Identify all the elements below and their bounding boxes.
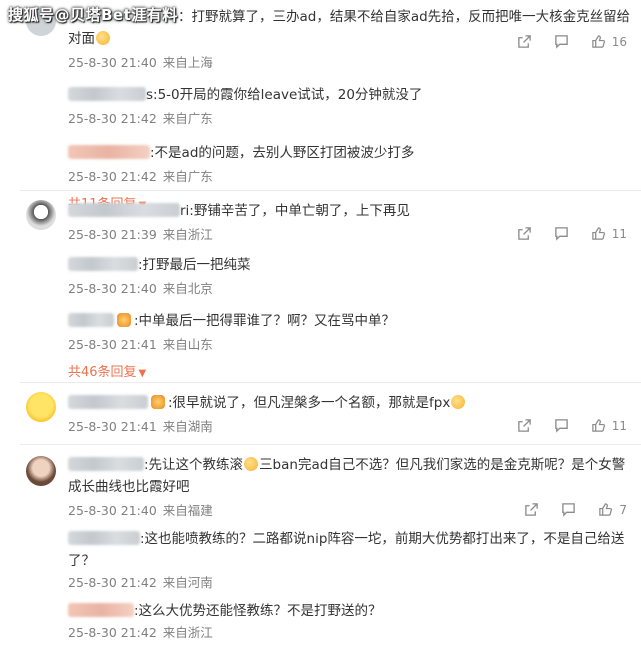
comment-text: :很早就说了，但凡涅槃多一个名额，那就是fpx: [68, 392, 631, 414]
blurred-username: [68, 203, 180, 217]
like-icon: [591, 35, 605, 48]
like-button[interactable]: 11: [591, 418, 627, 433]
watermark: 搜狐号@贝塔Bet涯有料: [8, 6, 178, 24]
share-icon: [517, 419, 531, 432]
comment-location: 来自上海: [162, 55, 213, 70]
like-icon: [591, 419, 605, 432]
comment-meta: 25-8-30 21:40 来自上海: [68, 54, 631, 72]
comment-button[interactable]: [561, 502, 576, 517]
share-button[interactable]: [524, 502, 539, 517]
reply-2: :这么大优势还能怪教练？不是打野送的？ 25-8-30 21:42 来自浙江: [68, 600, 631, 642]
reply-location: 来自广东: [162, 169, 213, 184]
comment-button[interactable]: [554, 34, 569, 49]
comment-actions: 16: [517, 34, 627, 49]
smile-emoji-icon: [96, 31, 110, 45]
like-icon: [599, 503, 613, 516]
comment-button[interactable]: [554, 226, 569, 241]
share-icon: [517, 35, 531, 48]
like-icon: [591, 227, 605, 240]
fan-badge-icon: [151, 395, 165, 409]
reply-text: s:5-0开局的霞你给leave试试，20分钟就没了: [146, 87, 423, 103]
comment-actions: 7: [524, 502, 627, 517]
chevron-down-icon: ▼: [138, 368, 147, 379]
reply-location: 来自广东: [162, 111, 213, 126]
reply-text: :这也能喷教练的？二路都说nip阵容一坨，前期大优势都打出来了，不是自己给送了？: [68, 531, 625, 569]
reply-text: :中单最后一把得罪谁了？啊？又在骂中单？: [134, 313, 396, 329]
comment-text: ri:野铺辛苦了，中单亡朝了，上下再见: [68, 200, 631, 222]
like-count: 16: [611, 34, 627, 49]
avatar[interactable]: [26, 456, 56, 486]
reply-date: 25-8-30 21:41: [68, 337, 157, 352]
share-icon: [525, 503, 539, 516]
smile-emoji-icon: [451, 395, 466, 409]
reply-location: 来自浙江: [162, 625, 213, 640]
like-button[interactable]: 16: [591, 34, 627, 49]
divider: [20, 190, 641, 191]
avatar[interactable]: [26, 392, 56, 422]
share-icon: [517, 227, 531, 240]
comment-actions: 11: [517, 226, 627, 241]
reply-date: 25-8-30 21:42: [68, 575, 157, 590]
comment-date: 25-8-30 21:41: [68, 419, 157, 434]
reply-location: 来自河南: [162, 575, 213, 590]
like-count: 7: [619, 502, 627, 517]
reply-text: :打野最后一把纯菜: [138, 257, 251, 273]
reply-date: 25-8-30 21:42: [68, 625, 157, 640]
blurred-username: [68, 603, 134, 617]
blurred-username: [68, 395, 148, 409]
blurred-username: [68, 87, 146, 101]
reply-location: 来自山东: [162, 337, 213, 352]
share-button[interactable]: [517, 34, 532, 49]
comment-button[interactable]: [554, 418, 569, 433]
divider: [20, 444, 641, 445]
reply-text: :这么大优势还能怪教练？不是打野送的？: [134, 603, 382, 619]
comment-icon: [554, 227, 568, 241]
share-button[interactable]: [517, 226, 532, 241]
reply-2: :不是ad的问题，去别人野区打团被波少打多 25-8-30 21:42 来自广东: [68, 142, 631, 186]
angry-emoji-icon: [244, 457, 259, 471]
blurred-username: [68, 313, 114, 327]
comment-location: 来自浙江: [162, 227, 213, 242]
reply-date: 25-8-30 21:42: [68, 111, 157, 126]
comment-actions: 11: [517, 418, 627, 433]
reply-text: :不是ad的问题，去别人野区打团被波少打多: [150, 145, 415, 161]
comment-icon: [562, 503, 576, 517]
like-button[interactable]: 7: [598, 502, 627, 517]
avatar[interactable]: [26, 200, 56, 230]
reply-1: :这也能喷教练的？二路都说nip阵容一坨，前期大优势都打出来了，不是自己给送了？…: [68, 528, 631, 592]
reply-date: 25-8-30 21:40: [68, 281, 157, 296]
fan-badge-icon: [117, 313, 131, 327]
comment-icon: [554, 35, 568, 49]
more-replies-link[interactable]: 共46条回复 ▼: [68, 364, 631, 383]
comment-date: 25-8-30 21:39: [68, 227, 157, 242]
comment-location: 来自福建: [162, 503, 213, 518]
comment-icon: [554, 419, 568, 433]
reply-1: s:5-0开局的霞你给leave试试，20分钟就没了 25-8-30 21:42…: [68, 84, 631, 128]
comment-text: :先让这个教练滚 三ban完ad自己不选？但凡我们家选的是金克斯呢？是个女警成长曲…: [68, 457, 626, 495]
reply-date: 25-8-30 21:42: [68, 169, 157, 184]
divider: [20, 382, 641, 383]
blurred-username: [68, 457, 144, 471]
comment-date: 25-8-30 21:40: [68, 55, 157, 70]
blurred-username: [68, 257, 138, 271]
share-button[interactable]: [517, 418, 532, 433]
blurred-username: [68, 531, 140, 545]
comment-location: 来自湖南: [162, 419, 213, 434]
like-button[interactable]: 11: [591, 226, 627, 241]
reply-location: 来自北京: [162, 281, 213, 296]
like-count: 11: [611, 418, 627, 433]
reply-1: :打野最后一把纯菜 25-8-30 21:40 来自北京: [68, 254, 631, 298]
comment-date: 25-8-30 21:40: [68, 503, 157, 518]
like-count: 11: [611, 226, 627, 241]
reply-2: :中单最后一把得罪谁了？啊？又在骂中单？ 25-8-30 21:41 来自山东: [68, 310, 631, 354]
blurred-username: [68, 145, 150, 159]
